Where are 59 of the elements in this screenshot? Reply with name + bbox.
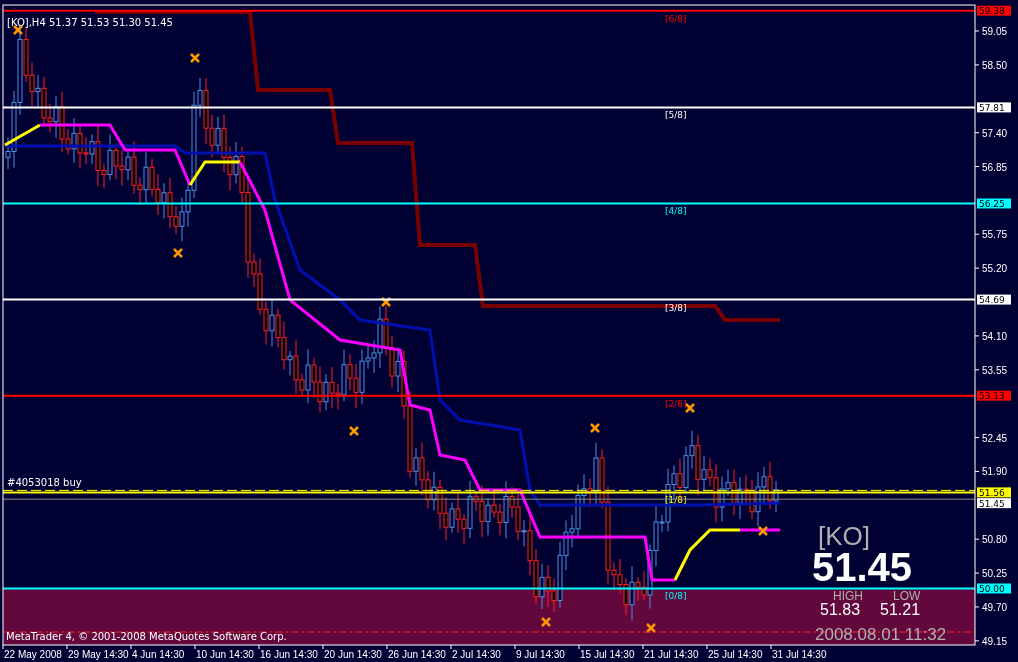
level-label: [4/8]	[665, 206, 687, 217]
price-tick: 58.50	[982, 59, 1008, 71]
cross-mark	[757, 525, 769, 537]
cross-mark	[348, 425, 360, 437]
time-tick: 4 Jun 14:30	[132, 649, 185, 660]
time-tick: 29 May 14:30	[68, 649, 129, 660]
price-tick: 56.85	[982, 161, 1008, 173]
time-tick: 22 May 2008	[4, 649, 62, 660]
order-label: #4053018 buy	[7, 477, 82, 489]
cross-mark	[589, 422, 601, 434]
price-tick: 49.70	[982, 601, 1008, 613]
cross-mark	[172, 247, 184, 259]
price-tick: 54.10	[982, 330, 1008, 342]
level-price-tag: 59.38	[977, 5, 1011, 17]
level-price-tag: 50.00	[977, 583, 1011, 594]
time-tick: 10 Jun 14:30	[196, 649, 254, 660]
timestamp: 2008.08.01 11:32	[815, 625, 947, 644]
time-tick: 9 Jul 14:30	[516, 649, 565, 660]
cross-mark	[189, 52, 201, 64]
time-tick: 26 Jun 14:30	[388, 649, 446, 660]
level-label: [5/8]	[665, 110, 687, 121]
price-tick: 57.40	[982, 127, 1008, 139]
price-tick: 55.20	[982, 263, 1008, 275]
high-value: 51.83	[820, 601, 861, 618]
time-tick: 21 Jul 14:30	[644, 649, 699, 660]
level-label: [1/8]	[665, 495, 687, 506]
price-tick: 59.05	[982, 26, 1008, 37]
level-price-tag: 51.56	[977, 487, 1011, 498]
high-label: HIGH	[833, 589, 863, 603]
level-price-tag: 53.13	[977, 390, 1011, 402]
price-tick: 50.25	[982, 568, 1008, 580]
time-tick: 25 Jul 14:30	[708, 649, 763, 660]
cross-mark	[380, 296, 392, 308]
price-tick: 53.55	[982, 364, 1008, 376]
time-tick: 31 Jul 14:30	[772, 649, 827, 660]
cross-mark	[540, 616, 552, 628]
level-price-tag: 56.25	[977, 198, 1011, 209]
level-price-tag: 57.81	[977, 102, 1011, 113]
time-tick: 20 Jun 14:30	[324, 649, 382, 660]
low-label: LOW	[893, 589, 921, 603]
bid-price-tag: 51.45	[977, 498, 1011, 509]
time-tick: 2 Jul 14:30	[452, 649, 501, 660]
cross-mark	[684, 402, 696, 414]
level-label: [3/8]	[665, 302, 687, 313]
low-value: 51.21	[880, 601, 921, 618]
level-label: [0/8]	[665, 591, 687, 602]
copyright-text: MetaTrader 4, © 2001-2008 MetaQuotes Software Corp.	[6, 631, 287, 642]
cross-mark	[645, 622, 657, 634]
time-tick: 16 Jun 14:30	[260, 649, 318, 660]
price-tick: 55.75	[982, 229, 1008, 241]
time-tick: 15 Jul 14:30	[580, 649, 635, 660]
price-tick: 50.80	[982, 534, 1008, 546]
level-label: [2/8]	[665, 398, 687, 409]
price-tick: 52.45	[982, 432, 1008, 444]
level-label: [6/8]	[665, 13, 687, 24]
chart-header: [KO],H4 51.37 51.53 51.30 51.45	[7, 17, 173, 28]
price-tick: 51.90	[982, 466, 1008, 478]
level-price-tag: 54.69	[977, 294, 1011, 306]
price-tick: 49.15	[982, 635, 1008, 647]
